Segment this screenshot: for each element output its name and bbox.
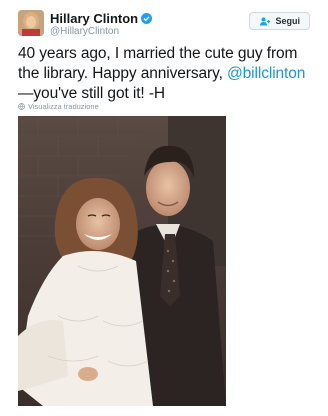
author-names: Hillary Clinton @HillaryClinton [50,11,153,38]
globe-icon [18,103,25,110]
tweet-photo[interactable] [18,116,226,406]
translate-link[interactable]: Visualizza traduzione [18,102,99,111]
tweet-card: Hillary Clinton @HillaryClinton Segui 40… [0,0,328,416]
wedding-photo-image [18,116,226,406]
verified-badge-icon [141,13,153,24]
follow-button[interactable]: Segui [249,12,310,30]
author-display-name[interactable]: Hillary Clinton [50,11,153,26]
tweet-text: 40 years ago, I married the cute guy fro… [18,44,318,104]
add-person-icon [260,17,271,25]
author-handle[interactable]: @HillaryClinton [50,26,152,38]
tweet-text-part2: —you've still got it! -H [18,85,165,102]
follow-button-label: Segui [275,16,300,26]
translate-link-label[interactable]: Visualizza traduzione [28,102,99,111]
mention-link[interactable]: @billclinton [227,65,305,82]
author-display-name-text[interactable]: Hillary Clinton [50,11,138,26]
author-avatar[interactable] [18,10,44,36]
tweet-header: Hillary Clinton @HillaryClinton Segui [18,10,318,40]
